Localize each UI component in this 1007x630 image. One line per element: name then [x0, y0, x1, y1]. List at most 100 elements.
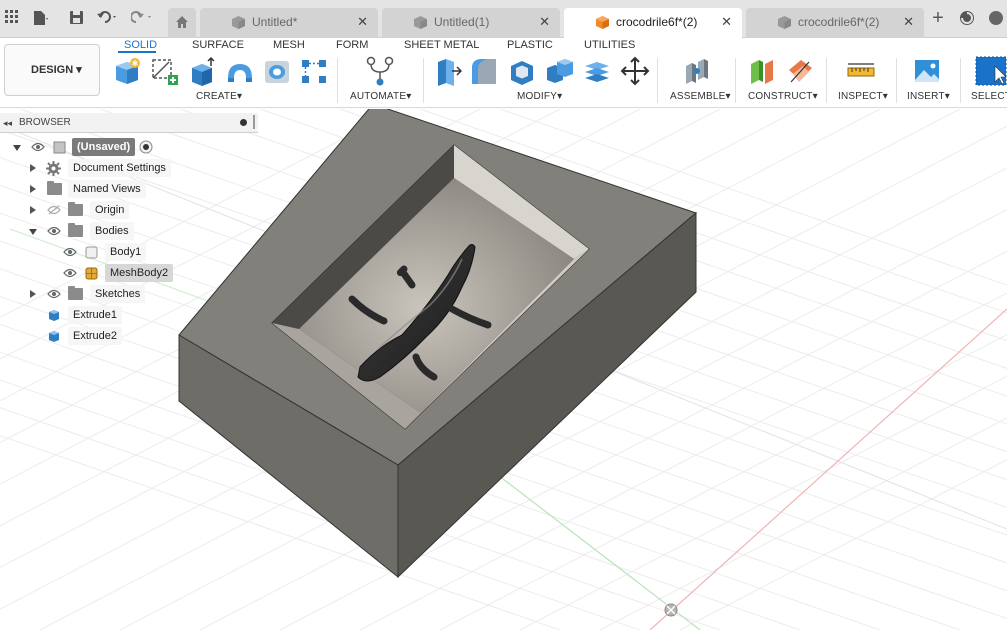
gear-icon — [46, 161, 61, 176]
tree-item-sketches[interactable]: Sketches — [0, 285, 258, 303]
tab-sheet-metal[interactable]: SHEET METAL — [404, 39, 479, 51]
notifications-icon[interactable] — [987, 10, 1005, 28]
tree-label: Origin — [90, 201, 130, 219]
browser-title: BROWSER — [19, 117, 71, 128]
tab-form[interactable]: FORM — [336, 39, 368, 51]
chevron-down-icon: ▾ — [76, 64, 82, 76]
tab-utilities[interactable]: UTILITIES — [584, 39, 635, 51]
extrude-icon[interactable] — [187, 56, 217, 86]
browser-header[interactable]: ◂◂ BROWSER — [0, 113, 258, 133]
group-divider — [896, 58, 897, 103]
assemble-menu[interactable]: ASSEMBLE▾ — [670, 91, 731, 102]
offset-plane-icon[interactable] — [748, 56, 778, 86]
tree-label: Document Settings — [68, 159, 171, 177]
folder-icon — [47, 181, 62, 195]
tree-item-body1[interactable]: Body1 — [0, 243, 258, 261]
tab-crocodrile-active[interactable]: crocodrile6f*(2) ✕ — [564, 8, 742, 38]
workspace-switcher-button[interactable]: DESIGN ▾ — [4, 44, 100, 96]
automate-label: AUTOMATE — [350, 91, 407, 102]
tree-item-origin[interactable]: Origin — [0, 201, 258, 219]
minimize-panel-icon[interactable] — [240, 119, 247, 126]
tree-item-extrude2[interactable]: Extrude2 — [0, 327, 258, 345]
tab-label: crocodrile6f*(2) — [616, 15, 698, 29]
new-tab-icon[interactable]: + — [929, 8, 947, 28]
hole-icon[interactable] — [262, 56, 292, 86]
tree-label: Bodies — [90, 222, 134, 240]
tab-untitled[interactable]: Untitled* ✕ — [200, 8, 378, 38]
tab-plastic[interactable]: PLASTIC — [507, 39, 553, 51]
modify-menu[interactable]: MODIFY▾ — [517, 91, 562, 102]
expand-arrow-icon[interactable] — [30, 185, 36, 193]
chevron-down-icon: ▾ — [882, 91, 888, 102]
tree-root-document[interactable]: (Unsaved) — [0, 138, 258, 156]
automate-menu[interactable]: AUTOMATE▾ — [350, 91, 411, 102]
inspect-menu[interactable]: INSPECT▾ — [838, 91, 888, 102]
automate-icon[interactable] — [365, 56, 395, 86]
collapse-panel-icon[interactable]: ◂◂ — [3, 113, 12, 133]
panel-resize-handle[interactable] — [253, 115, 255, 129]
press-pull-icon[interactable] — [432, 56, 462, 86]
plane-at-angle-icon[interactable] — [785, 56, 815, 86]
construct-menu[interactable]: CONSTRUCT▾ — [748, 91, 818, 102]
joint-icon[interactable] — [682, 56, 712, 86]
insert-image-icon[interactable] — [912, 56, 942, 86]
move-copy-icon[interactable] — [620, 56, 650, 86]
expand-arrow-icon[interactable] — [30, 206, 36, 214]
tree-item-extrude1[interactable]: Extrude1 — [0, 306, 258, 324]
expand-arrow-icon[interactable] — [30, 290, 36, 298]
group-divider — [826, 58, 827, 103]
visibility-eye-icon[interactable] — [47, 226, 61, 236]
collapse-arrow-icon[interactable] — [13, 145, 21, 151]
tree-label: MeshBody2 — [105, 264, 174, 282]
job-status-icon[interactable] — [958, 10, 976, 28]
shell-icon[interactable] — [507, 56, 537, 86]
collapse-arrow-icon[interactable] — [29, 229, 37, 235]
select-icon[interactable] — [975, 56, 1007, 86]
file-menu-icon[interactable] — [31, 10, 49, 28]
tree-label: Named Views — [68, 180, 146, 198]
combine-icon[interactable] — [545, 56, 575, 86]
fillet-icon[interactable] — [469, 56, 499, 86]
cube-icon — [232, 16, 245, 29]
active-radio-icon[interactable] — [139, 140, 153, 154]
tree-item-named-views[interactable]: Named Views — [0, 180, 258, 198]
pattern-icon[interactable] — [299, 56, 329, 86]
tree-item-bodies[interactable]: Bodies — [0, 222, 258, 240]
origin-marker-icon[interactable] — [664, 603, 678, 617]
tree-item-document-settings[interactable]: Document Settings — [0, 159, 258, 177]
visibility-eye-icon[interactable] — [63, 247, 77, 257]
tab-untitled-1[interactable]: Untitled(1) ✕ — [382, 8, 560, 38]
hidden-eye-icon[interactable] — [47, 205, 61, 215]
visibility-eye-icon[interactable] — [47, 289, 61, 299]
tab-mesh[interactable]: MESH — [273, 39, 305, 51]
mesh-body-icon — [85, 267, 98, 280]
select-menu[interactable]: SELECT — [971, 91, 1007, 102]
visibility-eye-icon[interactable] — [63, 268, 77, 278]
expand-arrow-icon[interactable] — [30, 164, 36, 172]
close-tab-icon[interactable]: ✕ — [903, 8, 914, 36]
tab-solid[interactable]: SOLID — [124, 39, 157, 51]
tab-crocodrile-2[interactable]: crocodrile6f*(2) ✕ — [746, 8, 924, 38]
tree-item-meshbody2[interactable]: MeshBody2 — [0, 264, 258, 282]
close-tab-icon[interactable]: ✕ — [357, 8, 368, 36]
insert-menu[interactable]: INSERT▾ — [907, 91, 950, 102]
close-tab-icon[interactable]: ✕ — [721, 8, 732, 36]
redo-icon[interactable] — [130, 10, 151, 28]
app-grid-icon[interactable] — [3, 10, 21, 28]
split-body-icon[interactable] — [582, 56, 612, 86]
new-component-icon[interactable]: ✱ — [112, 56, 142, 86]
undo-icon[interactable] — [96, 10, 116, 28]
measure-icon[interactable] — [846, 56, 876, 86]
tab-label: Untitled(1) — [434, 15, 490, 29]
group-divider — [657, 58, 658, 103]
save-icon[interactable] — [67, 10, 85, 28]
close-tab-icon[interactable]: ✕ — [539, 8, 550, 36]
assemble-label: ASSEMBLE — [670, 91, 726, 102]
create-sketch-icon[interactable] — [149, 56, 179, 86]
create-menu[interactable]: CREATE▾ — [196, 91, 242, 102]
tab-surface[interactable]: SURFACE — [192, 39, 244, 51]
revolve-icon[interactable] — [225, 56, 255, 86]
visibility-eye-icon[interactable] — [31, 142, 45, 152]
home-tab-button[interactable] — [168, 8, 196, 38]
extrude-feature-icon — [49, 310, 59, 321]
